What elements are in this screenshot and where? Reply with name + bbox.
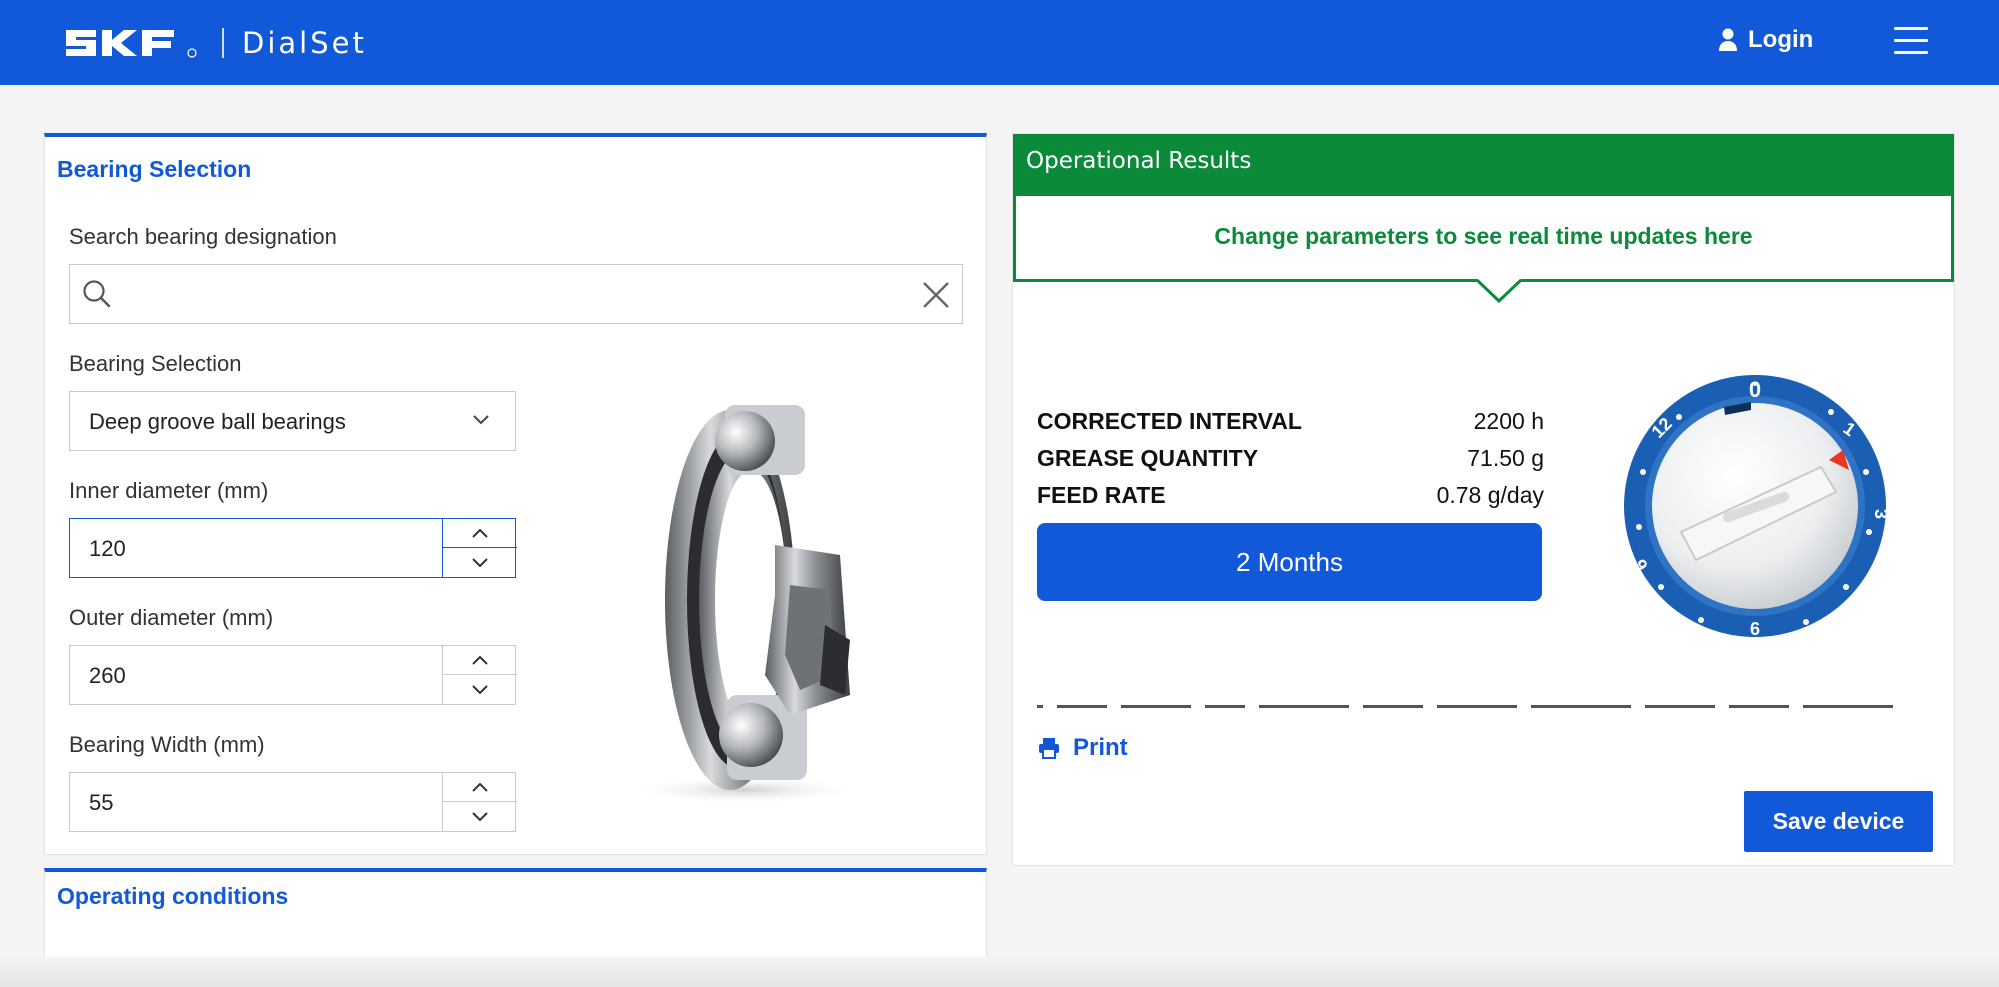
search-label: Search bearing designation [69,224,337,249]
close-icon[interactable] [922,281,950,309]
grease-quantity-value: 71.50 g [1467,445,1544,471]
app-name: DialSet [242,26,367,60]
bearing-width-value[interactable]: 55 [89,790,113,816]
skf-logo[interactable]: DialSet [64,26,367,60]
dial-setting-label: 2 Months [1236,546,1343,577]
banner-pointer [1477,279,1521,303]
bearing-width-stepper[interactable]: 55 [69,772,517,832]
corrected-interval-value: 2200 h [1473,408,1544,434]
dial-mark-9: 9 [1750,618,1760,638]
user-icon [1719,28,1737,51]
login-button[interactable]: Login [1718,26,1813,54]
outer-diameter-label: Outer diameter (mm) [69,605,274,630]
panel-title: Bearing Selection [57,156,252,182]
search-field[interactable] [69,264,963,324]
inner-diameter-value[interactable]: 120 [89,536,126,562]
increment-button[interactable] [443,646,517,675]
inner-diameter-label: Inner diameter (mm) [69,478,269,503]
bearing-width-label: Bearing Width (mm) [69,732,265,757]
results-header: Operational Results [1013,134,1954,196]
print-button[interactable]: Print [1037,734,1128,762]
inner-diameter-stepper[interactable]: 120 [69,518,517,578]
skf-logo-mark [66,30,197,58]
page-bottom-edge [0,957,1999,987]
truncated-text-line [1037,702,1942,710]
stepper-buttons [442,646,517,704]
corrected-interval-label: CORRECTED INTERVAL [1037,408,1302,434]
stepper-buttons [442,519,517,577]
chevron-down-icon [472,685,488,695]
dialset-dial-image: 0 1 3 9 6 12 [1624,375,1889,638]
print-label: Print [1073,734,1128,761]
login-label: Login [1748,26,1814,53]
bearing-type-select[interactable]: Deep groove ball bearings [69,391,516,451]
search-icon [83,280,111,308]
save-device-button[interactable]: Save device [1744,791,1933,852]
search-input[interactable] [126,273,906,315]
bearing-type-value: Deep groove ball bearings [89,409,346,434]
printer-icon [1039,738,1059,759]
top-bar: DialSet Login [0,0,1999,85]
chevron-up-icon [472,528,488,538]
bearing-image [630,405,860,804]
feed-rate-value: 0.78 g/day [1436,482,1544,508]
bearing-selection-panel: Bearing Selection Search bearing designa… [44,133,987,855]
results-banner: Change parameters to see real time updat… [1013,196,1954,282]
bearing-type-label: Bearing Selection [69,351,242,376]
decrement-button[interactable] [443,675,517,704]
increment-button[interactable] [443,519,517,548]
chevron-up-icon [472,782,488,792]
stepper-buttons [442,773,517,831]
chevron-down-icon [472,558,488,568]
operational-results-panel: Operational Results Change parameters to… [1012,133,1955,866]
chevron-down-icon [472,812,488,822]
chevron-down-icon [473,415,489,425]
grease-quantity-label: GREASE QUANTITY [1037,445,1259,471]
feed-rate-label: FEED RATE [1037,482,1166,508]
outer-diameter-value[interactable]: 260 [89,663,126,689]
increment-button[interactable] [443,773,517,802]
dial-mark-0: 0 [1749,377,1761,402]
chevron-up-icon [472,655,488,665]
outer-diameter-stepper[interactable]: 260 [69,645,517,705]
dial-setting-button[interactable]: 2 Months [1037,523,1542,601]
decrement-button[interactable] [443,802,517,831]
logo-divider [222,28,224,58]
hamburger-menu-icon[interactable] [1894,27,1928,57]
panel-title: Operating conditions [57,883,289,909]
dial-mark-3: 3 [1871,509,1889,519]
decrement-button[interactable] [443,548,517,577]
banner-message: Change parameters to see real time updat… [1214,223,1753,249]
